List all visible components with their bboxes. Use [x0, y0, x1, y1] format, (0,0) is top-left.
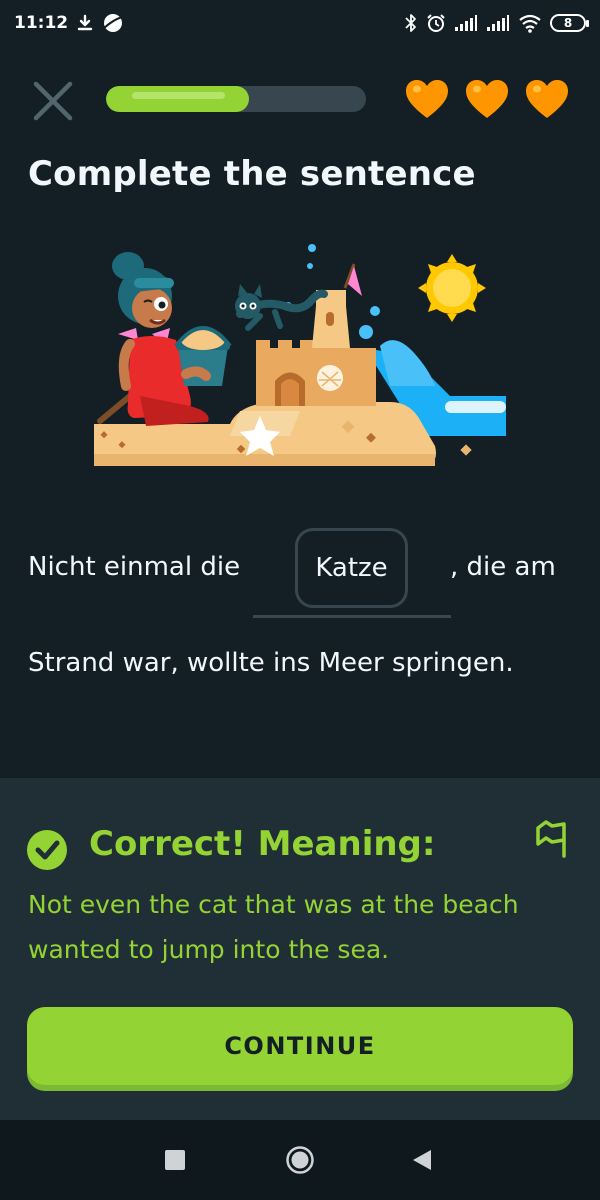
battery-indicator: 8	[550, 14, 589, 32]
answer-blank-underline	[253, 615, 451, 618]
progress-bar	[106, 86, 366, 112]
status-bar: 11:12 8	[0, 0, 600, 46]
progress-bar-shine	[132, 92, 225, 99]
status-right: 8	[404, 13, 589, 33]
alarm-icon	[427, 14, 445, 32]
back-icon[interactable]	[411, 1148, 433, 1172]
bluetooth-icon	[405, 14, 416, 32]
heart-icon	[406, 80, 448, 118]
signal-icon-2	[487, 15, 509, 31]
report-flag-icon[interactable]	[534, 818, 570, 858]
hearts	[404, 78, 570, 120]
status-time: 11:12	[14, 13, 69, 33]
sentence-text-line2: Strand war, wollte ins Meer springen.	[28, 648, 514, 678]
page-title: Complete the sentence	[28, 154, 476, 194]
recent-apps-icon[interactable]	[165, 1150, 185, 1170]
heart-icon	[466, 80, 508, 118]
heart-icon	[526, 80, 568, 118]
continue-button[interactable]: CONTINUE	[27, 1007, 573, 1085]
check-circle-icon	[27, 830, 67, 870]
planet-icon	[103, 14, 123, 32]
result-heading: Correct! Meaning:	[89, 824, 436, 864]
sentence-text-before: Nicht einmal die	[28, 552, 241, 582]
sentence-text-after: , die am	[450, 552, 556, 582]
progress-bar-fill	[106, 86, 249, 112]
wifi-icon	[519, 14, 541, 33]
signal-icon	[455, 15, 477, 31]
sentence-line-2: Strand war, wollte ins Meer springen.	[28, 648, 578, 678]
download-icon	[77, 14, 93, 31]
close-icon[interactable]	[30, 78, 76, 124]
home-icon[interactable]	[285, 1145, 315, 1175]
app-screen: 11:12 8 Complete the sentence Nicht einm…	[0, 0, 600, 1200]
result-meaning-text: Not even the cat that was at the beach w…	[28, 890, 519, 964]
status-left: 11:12	[14, 12, 124, 34]
answer-word-label: Katze	[315, 553, 388, 583]
beach-illustration	[94, 244, 506, 466]
answer-word-chip[interactable]: Katze	[295, 528, 408, 608]
